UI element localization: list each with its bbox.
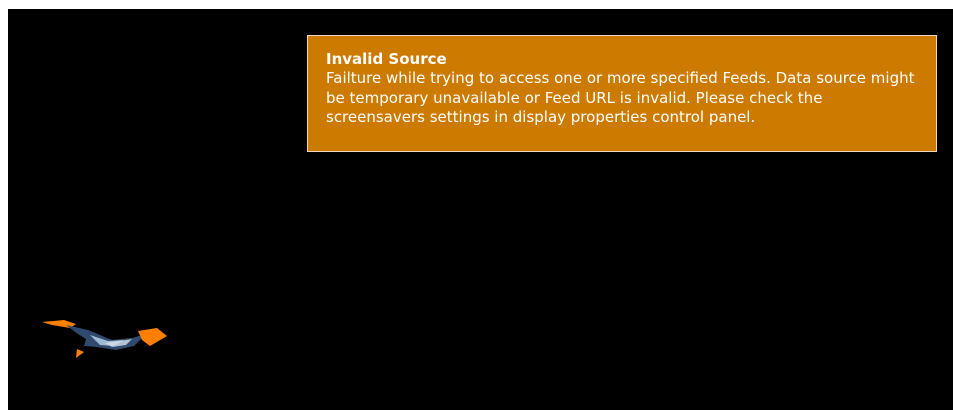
- logo-tail: [76, 349, 84, 358]
- bird-logo-icon: [42, 318, 167, 362]
- logo-body-swoosh: [66, 325, 146, 350]
- invalid-source-alert: Invalid Source Failture while trying to …: [307, 35, 937, 152]
- alert-message: Failture while trying to access one or m…: [326, 69, 915, 126]
- alert-title: Invalid Source: [326, 50, 447, 68]
- screensaver-screen: Invalid Source Failture while trying to …: [8, 9, 953, 410]
- logo-right-wing: [138, 328, 167, 346]
